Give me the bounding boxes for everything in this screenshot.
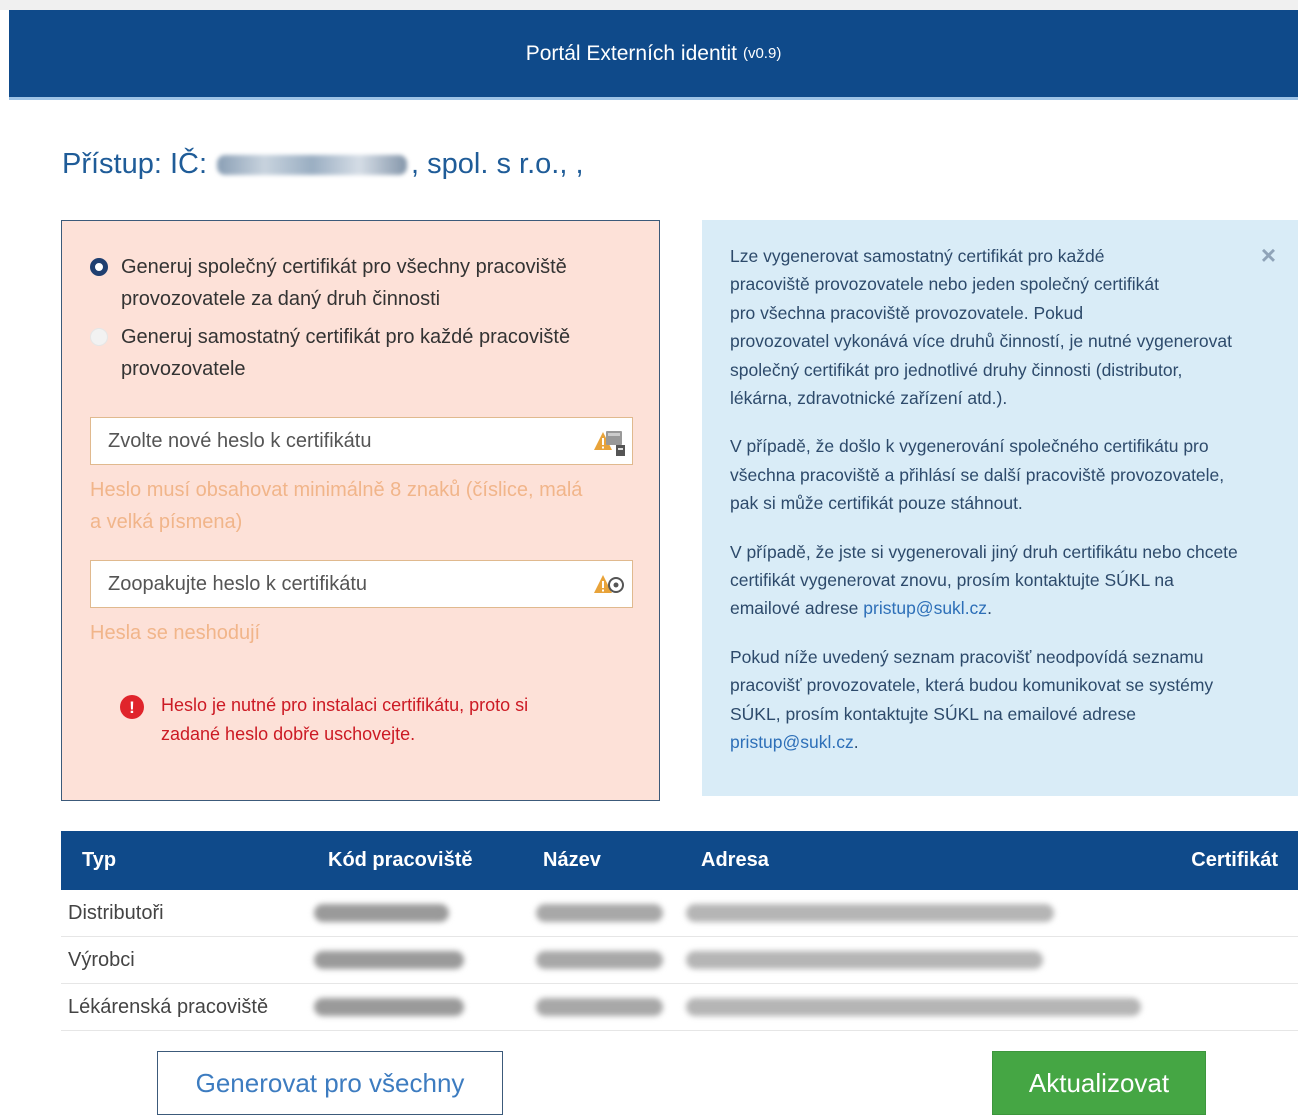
radio-option-separate[interactable]: Generuj samostatný certifikát pro každé … — [90, 321, 570, 385]
row-type: Distributoři — [68, 902, 164, 924]
password-alert: ! Heslo je nutné pro instalaci certifiká… — [120, 691, 528, 749]
radio-option-separate-label: Generuj samostatný certifikát pro každé … — [121, 326, 571, 380]
col-code: Kód pracoviště — [328, 849, 473, 871]
certificate-form-panel: Generuj společný certifikát pro všechny … — [61, 220, 660, 801]
redacted-code — [314, 998, 464, 1016]
redacted-name — [536, 998, 663, 1016]
repeat-password-field[interactable] — [90, 560, 633, 608]
table-row: Distributoři — [61, 890, 1298, 937]
info-paragraph-4: Pokud níže uvedený seznam pracovišť neod… — [730, 646, 1214, 753]
generate-all-button[interactable]: Generovat pro všechny — [157, 1051, 503, 1115]
col-certificate: Certifikát — [1191, 849, 1278, 871]
password-strength-hint: Heslo musí obsahovat minimálně 8 znaků (… — [90, 479, 583, 533]
password-mismatch-hint: Hesla se neshodují — [90, 622, 261, 644]
redacted-address — [686, 998, 1141, 1016]
radio-unselected-icon[interactable] — [90, 328, 108, 346]
col-name: Název — [543, 849, 601, 871]
redacted-address — [686, 904, 1054, 922]
exclamation-icon: ! — [120, 695, 144, 719]
info-panel: × Lze vygenerovat samostatný certifikát … — [702, 220, 1298, 796]
app-title: Portál Externích identit — [525, 41, 737, 65]
redacted-address — [686, 951, 1043, 969]
password-manager-warning-icon[interactable] — [592, 429, 626, 457]
row-type: Lékárenská pracoviště — [68, 996, 269, 1018]
page-title-prefix: Přístup: IČ: — [62, 148, 208, 180]
page-title-suffix: , spol. s r.o., , — [411, 148, 584, 180]
redacted-code — [314, 951, 464, 969]
redacted-code — [314, 904, 449, 922]
password-visibility-warning-icon[interactable] — [592, 572, 626, 600]
password-field[interactable] — [90, 417, 633, 465]
info-paragraph-3: V případě, že jste si vygenerovali jiný … — [730, 541, 1238, 619]
support-email-link-2[interactable]: pristup@sukl.cz — [730, 732, 854, 752]
browser-top-strip — [0, 0, 1298, 10]
table-header: Typ Kód pracoviště Název Adresa Certifik… — [61, 831, 1298, 890]
app-header: Portál Externích identit (v0.9) — [9, 10, 1298, 100]
update-button[interactable]: Aktualizovat — [992, 1051, 1206, 1115]
col-type: Typ — [82, 849, 117, 871]
repeat-password-input[interactable] — [91, 561, 578, 607]
page-title: Přístup: IČ: , spol. s r.o., , — [62, 148, 584, 181]
info-paragraph-2: V případě, že došlo k vygenerování spole… — [730, 436, 1225, 514]
col-address: Adresa — [701, 849, 769, 871]
table-row: Lékárenská pracoviště — [61, 984, 1298, 1031]
password-input[interactable] — [91, 418, 578, 464]
support-email-link[interactable]: pristup@sukl.cz — [863, 598, 987, 618]
radio-option-shared[interactable]: Generuj společný certifikát pro všechny … — [90, 251, 567, 315]
row-type: Výrobci — [68, 949, 135, 971]
info-paragraph-1: Lze vygenerovat samostatný certifikát pr… — [730, 246, 1232, 409]
redacted-company-id — [217, 154, 408, 175]
redacted-name — [536, 904, 663, 922]
radio-selected-icon[interactable] — [90, 258, 108, 276]
app-version: (v0.9) — [742, 45, 782, 62]
workplaces-table: Typ Kód pracoviště Název Adresa Certifik… — [61, 831, 1298, 1031]
table-row: Výrobci — [61, 937, 1298, 984]
radio-option-shared-label: Generuj společný certifikát pro všechny … — [121, 256, 567, 310]
redacted-name — [536, 951, 663, 969]
close-icon[interactable]: × — [1261, 242, 1276, 268]
